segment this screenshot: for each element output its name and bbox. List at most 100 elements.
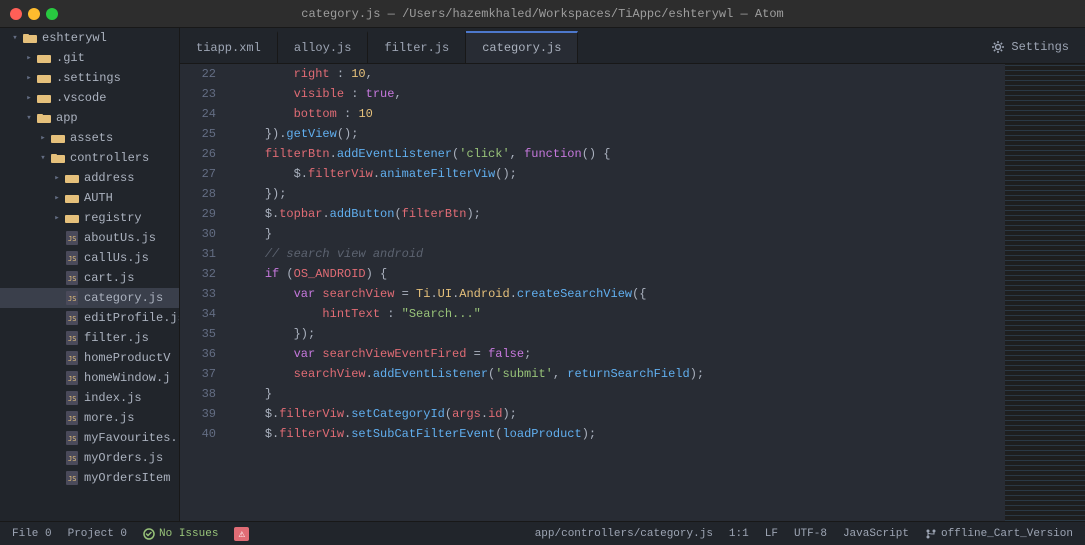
status-file[interactable]: File 0 xyxy=(12,528,52,540)
sidebar-item-vscode[interactable]: ▸ .vscode xyxy=(0,88,179,108)
svg-text:JS: JS xyxy=(68,315,76,323)
sidebar-item-address[interactable]: ▸ address xyxy=(0,168,179,188)
sidebar-item-label: myFavourites. xyxy=(84,431,178,445)
sidebar-item-index[interactable]: ▸ JS index.js xyxy=(0,388,179,408)
js-file-icon: JS xyxy=(64,450,80,466)
sidebar-item-git[interactable]: ▸ .git xyxy=(0,48,179,68)
svg-text:JS: JS xyxy=(68,335,76,343)
folder-icon xyxy=(64,210,80,226)
chevron-down-icon: ▾ xyxy=(36,151,50,165)
sidebar-item-myfavourites[interactable]: ▸ JS myFavourites. xyxy=(0,428,179,448)
sidebar-item-app[interactable]: ▾ app xyxy=(0,108,179,128)
status-line-ending: LF xyxy=(765,528,778,540)
code-line-31: // search view android xyxy=(236,244,1005,264)
code-line-29: $.topbar.addButton(filterBtn); xyxy=(236,204,1005,224)
code-line-35: }); xyxy=(236,324,1005,344)
check-icon xyxy=(143,528,155,540)
sidebar-item-label: address xyxy=(84,171,134,185)
folder-icon xyxy=(64,190,80,206)
status-position: 1:1 xyxy=(729,528,749,540)
svg-text:JS: JS xyxy=(68,255,76,263)
code-lines[interactable]: right : 10, visible : true, bottom : 10 … xyxy=(228,64,1005,521)
line-numbers: 22 23 24 25 26 27 28 29 30 31 32 33 34 3… xyxy=(180,64,228,521)
tab-category[interactable]: category.js xyxy=(466,31,578,63)
status-bar: File 0 Project 0 No Issues ⚠ app/control… xyxy=(0,521,1085,545)
minimize-button[interactable] xyxy=(28,8,40,20)
sidebar-item-label: homeWindow.j xyxy=(84,371,170,385)
chevron-down-icon: ▾ xyxy=(22,111,36,125)
svg-text:JS: JS xyxy=(68,375,76,383)
code-line-39: $.filterViw.setCategoryId(args.id); xyxy=(236,404,1005,424)
sidebar-item-registry[interactable]: ▸ registry xyxy=(0,208,179,228)
status-language[interactable]: JavaScript xyxy=(843,528,909,540)
sidebar-item-callus[interactable]: ▸ JS callUs.js xyxy=(0,248,179,268)
sidebar-item-more[interactable]: ▸ JS more.js xyxy=(0,408,179,428)
sidebar-item-project-root[interactable]: ▾ eshterywl xyxy=(0,28,179,48)
code-line-28: }); xyxy=(236,184,1005,204)
chevron-down-icon: ▾ xyxy=(8,31,22,45)
sidebar-item-label: filter.js xyxy=(84,331,149,345)
tab-alloy[interactable]: alloy.js xyxy=(278,31,369,63)
chevron-right-icon: ▸ xyxy=(22,91,36,105)
sidebar-item-controllers[interactable]: ▾ controllers xyxy=(0,148,179,168)
js-file-icon: JS xyxy=(64,310,80,326)
error-count: ⚠ xyxy=(234,527,249,541)
js-file-icon: JS xyxy=(64,410,80,426)
status-error-badge[interactable]: ⚠ xyxy=(234,527,249,541)
tab-bar: tiapp.xml alloy.js filter.js category.js… xyxy=(180,28,1085,64)
sidebar-item-filter[interactable]: ▸ JS filter.js xyxy=(0,328,179,348)
svg-text:JS: JS xyxy=(68,435,76,443)
code-line-27: $.filterViw.animateFilterViw(); xyxy=(236,164,1005,184)
sidebar-item-label: .vscode xyxy=(56,91,106,105)
sidebar-item-homeproductv[interactable]: ▸ JS homeProductV xyxy=(0,348,179,368)
svg-text:JS: JS xyxy=(68,295,76,303)
sidebar-item-settings[interactable]: ▸ .settings xyxy=(0,68,179,88)
folder-icon xyxy=(36,70,52,86)
code-line-22: right : 10, xyxy=(236,64,1005,84)
sidebar-item-auth[interactable]: ▸ AUTH xyxy=(0,188,179,208)
sidebar-item-aboutus[interactable]: ▸ JS aboutUs.js xyxy=(0,228,179,248)
code-line-37: searchView.addEventListener('submit', re… xyxy=(236,364,1005,384)
folder-icon xyxy=(36,50,52,66)
tab-filter[interactable]: filter.js xyxy=(368,31,466,63)
main-layout: ▾ eshterywl ▸ .git ▸ .settings xyxy=(0,28,1085,521)
code-line-30: } xyxy=(236,224,1005,244)
sidebar-item-myordersitem[interactable]: ▸ JS myOrdersItem xyxy=(0,468,179,488)
js-file-icon: JS xyxy=(64,290,80,306)
sidebar-item-label: .git xyxy=(56,51,85,65)
folder-icon xyxy=(50,130,66,146)
sidebar-item-assets[interactable]: ▸ assets xyxy=(0,128,179,148)
sidebar-item-label: .settings xyxy=(56,71,121,85)
tab-tiapp[interactable]: tiapp.xml xyxy=(180,31,278,63)
folder-icon xyxy=(36,90,52,106)
file-tree: ▾ eshterywl ▸ .git ▸ .settings xyxy=(0,28,180,521)
status-right-items: app/controllers/category.js 1:1 LF UTF-8… xyxy=(535,528,1073,540)
sidebar-item-label: assets xyxy=(70,131,113,145)
settings-tab[interactable]: Settings xyxy=(975,31,1085,63)
folder-open-icon xyxy=(50,150,66,166)
sidebar-item-label: editProfile.js xyxy=(84,311,179,325)
sidebar-item-cart[interactable]: ▸ JS cart.js xyxy=(0,268,179,288)
sidebar-item-label: app xyxy=(56,111,78,125)
js-file-icon: JS xyxy=(64,350,80,366)
sidebar-item-category[interactable]: ▸ JS category.js xyxy=(0,288,179,308)
svg-text:JS: JS xyxy=(68,395,76,403)
sidebar-item-label: more.js xyxy=(84,411,134,425)
code-editor[interactable]: 22 23 24 25 26 27 28 29 30 31 32 33 34 3… xyxy=(180,64,1085,521)
sidebar-item-homewindow[interactable]: ▸ JS homeWindow.j xyxy=(0,368,179,388)
svg-text:JS: JS xyxy=(68,415,76,423)
js-file-icon: JS xyxy=(64,250,80,266)
sidebar-item-label: aboutUs.js xyxy=(84,231,156,245)
status-project[interactable]: Project 0 xyxy=(68,528,127,540)
chevron-right-icon: ▸ xyxy=(36,131,50,145)
code-line-23: visible : true, xyxy=(236,84,1005,104)
sidebar-item-editprofile[interactable]: ▸ JS editProfile.js xyxy=(0,308,179,328)
sidebar-item-label: homeProductV xyxy=(84,351,170,365)
sidebar-item-myorders[interactable]: ▸ JS myOrders.js xyxy=(0,448,179,468)
js-file-icon: JS xyxy=(64,430,80,446)
close-button[interactable] xyxy=(10,8,22,20)
code-line-34: hintText : "Search..." xyxy=(236,304,1005,324)
maximize-button[interactable] xyxy=(46,8,58,20)
minimap-preview xyxy=(1005,64,1085,521)
status-no-issues[interactable]: No Issues xyxy=(143,528,218,540)
